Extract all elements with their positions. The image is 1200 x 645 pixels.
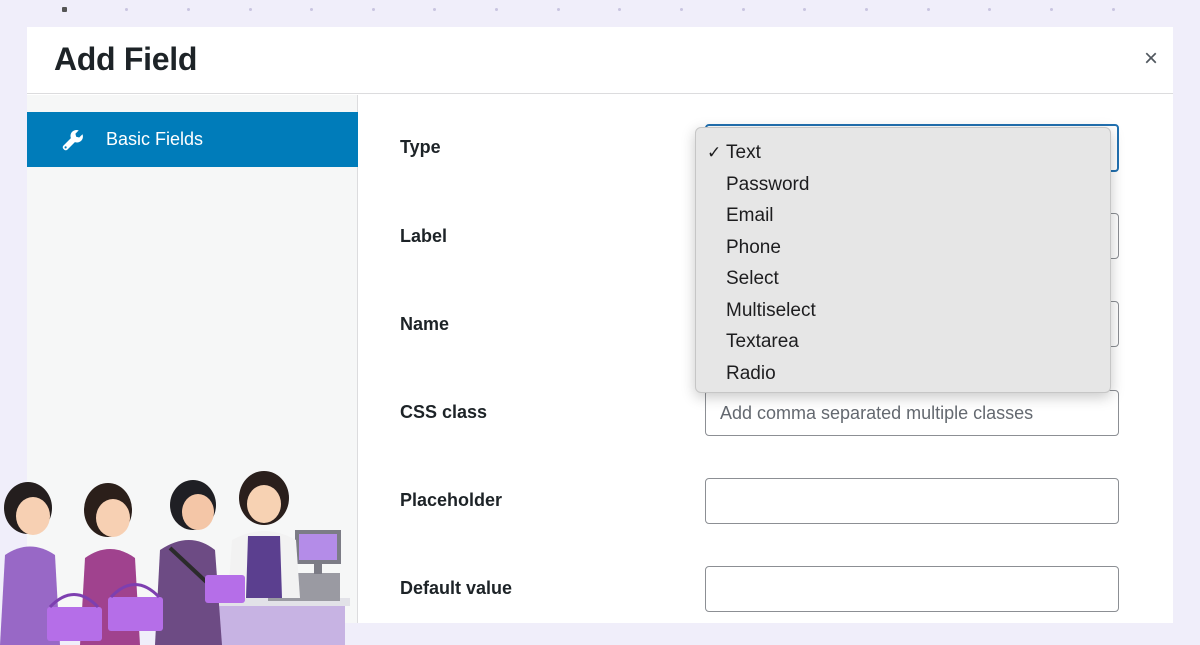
dropdown-option[interactable]: Select xyxy=(696,263,1110,295)
modal-header: Add Field × xyxy=(27,27,1173,94)
dot xyxy=(125,8,128,11)
type-label: Type xyxy=(400,137,441,157)
dot xyxy=(62,7,67,12)
name-label: Name xyxy=(400,314,450,334)
dot xyxy=(187,8,190,11)
wrench-icon xyxy=(61,128,85,152)
dot xyxy=(495,8,498,11)
dot xyxy=(557,8,560,11)
dot xyxy=(742,8,745,11)
dot xyxy=(249,8,252,11)
label-label: Label xyxy=(400,226,448,246)
sidebar-item-label: Basic Fields xyxy=(106,129,204,149)
dot xyxy=(988,8,991,11)
dot xyxy=(680,8,683,11)
dot xyxy=(1050,8,1053,11)
checkmark-icon: ✓ xyxy=(707,143,722,162)
dot xyxy=(433,8,436,11)
css-class-label: CSS class xyxy=(400,402,488,422)
dot xyxy=(927,8,930,11)
dot xyxy=(372,8,375,11)
dropdown-option[interactable]: ✓ Text xyxy=(696,137,1110,169)
dropdown-option[interactable]: Phone xyxy=(696,232,1110,264)
close-icon[interactable]: × xyxy=(1139,47,1163,71)
dropdown-option[interactable]: Multiselect xyxy=(696,295,1110,327)
dropdown-option[interactable]: Password xyxy=(696,169,1110,201)
css-class-input[interactable] xyxy=(705,390,1119,436)
dot xyxy=(865,8,868,11)
dot xyxy=(1112,8,1115,11)
dot xyxy=(803,8,806,11)
placeholder-input[interactable] xyxy=(705,478,1119,524)
type-dropdown-menu: ✓ Text Password Email Phone Select Multi… xyxy=(695,127,1111,393)
sidebar-item-basic-fields[interactable]: Basic Fields xyxy=(27,112,358,167)
default-value-label: Default value xyxy=(400,578,513,598)
decorative-dots xyxy=(0,0,1200,28)
dropdown-option[interactable]: Radio xyxy=(696,358,1110,390)
dropdown-option[interactable]: Email xyxy=(696,200,1110,232)
dropdown-option[interactable]: Textarea xyxy=(696,326,1110,358)
shoppers-checkout-illustration xyxy=(0,471,350,645)
default-value-input[interactable] xyxy=(705,566,1119,612)
dot xyxy=(310,8,313,11)
dot xyxy=(618,8,621,11)
modal-title: Add Field xyxy=(54,41,198,77)
placeholder-label: Placeholder xyxy=(400,490,503,510)
